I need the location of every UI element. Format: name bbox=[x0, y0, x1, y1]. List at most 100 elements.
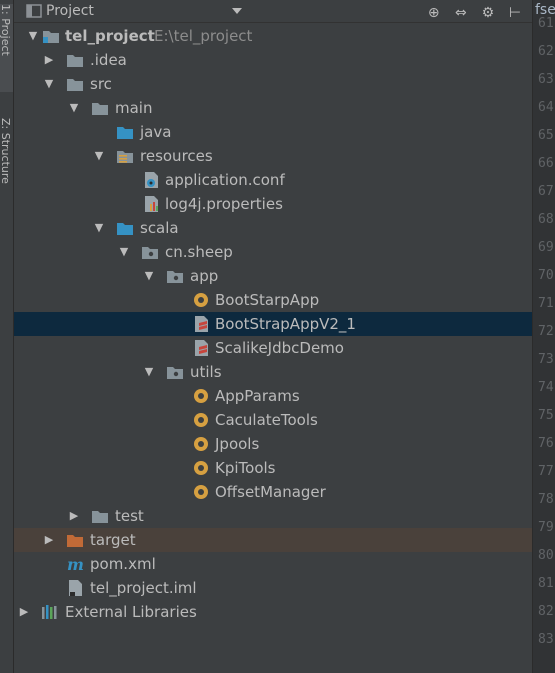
tree-label: tel_project bbox=[65, 27, 155, 45]
tree-label: target bbox=[90, 531, 136, 549]
tree-row-offsetmanager[interactable]: OffsetManager bbox=[14, 480, 532, 504]
tree-label: .idea bbox=[90, 51, 127, 69]
tree-label: application.conf bbox=[165, 171, 285, 189]
expanded-arrow-icon[interactable]: ▼ bbox=[142, 269, 156, 283]
collapsed-arrow-icon[interactable]: ▶ bbox=[67, 509, 81, 523]
line-number: 68 bbox=[538, 212, 554, 227]
project-view-icon bbox=[26, 4, 42, 18]
tree-label: ScalikeJdbcDemo bbox=[215, 339, 344, 357]
tree-row-bootstrapappv2-1[interactable]: BootStrapAppV2_1 bbox=[14, 312, 532, 336]
tree-row-java[interactable]: java bbox=[14, 120, 532, 144]
scala-object-icon bbox=[194, 485, 208, 499]
line-number: 81 bbox=[538, 576, 554, 591]
line-number: 62 bbox=[538, 44, 554, 59]
line-number: 82 bbox=[538, 604, 554, 619]
project-module-icon bbox=[43, 31, 59, 43]
expanded-arrow-icon[interactable]: ▼ bbox=[92, 149, 106, 163]
view-selector[interactable]: Project bbox=[24, 2, 246, 20]
line-number: 79 bbox=[538, 520, 554, 535]
line-number: 73 bbox=[538, 352, 554, 367]
tree-row-kpitools[interactable]: KpiTools bbox=[14, 456, 532, 480]
tree-row-log4j-properties[interactable]: log4j.properties bbox=[14, 192, 532, 216]
tree-row-cn-sheep[interactable]: ▼ cn.sheep bbox=[14, 240, 532, 264]
expanded-arrow-icon[interactable]: ▼ bbox=[42, 77, 56, 91]
collapsed-arrow-icon[interactable]: ▶ bbox=[17, 605, 31, 619]
config-file-icon bbox=[145, 172, 158, 188]
expanded-arrow-icon[interactable]: ▼ bbox=[26, 29, 40, 43]
tree-row-bootstarpapp[interactable]: BootStarpApp bbox=[14, 288, 532, 312]
hide-panel-icon[interactable]: ⊢ bbox=[504, 5, 526, 21]
settings-gear-icon[interactable]: ⚙ bbox=[477, 5, 499, 21]
tree-label: OffsetManager bbox=[215, 483, 326, 501]
project-tool-tab-label: 1: Project bbox=[0, 4, 12, 56]
tree-label: main bbox=[115, 99, 153, 117]
project-panel: Project ⊕ ⇔ ⚙ ⊢ ▼ tel_project E:\tel_pro… bbox=[14, 0, 532, 673]
collapsed-arrow-icon[interactable]: ▶ bbox=[42, 53, 56, 67]
tree-row-main[interactable]: ▼ main bbox=[14, 96, 532, 120]
folder-icon bbox=[92, 511, 108, 523]
left-tool-strip: 1: Project Z: Structure bbox=[0, 0, 14, 673]
tree-row-target[interactable]: ▶ target bbox=[14, 528, 532, 552]
tree-row-src[interactable]: ▼ src bbox=[14, 72, 532, 96]
tree-row-test[interactable]: ▶ test bbox=[14, 504, 532, 528]
structure-tool-tab-label: Z: Structure bbox=[0, 118, 12, 184]
line-number: 71 bbox=[538, 296, 554, 311]
tree-row-scalikejdbcdemo[interactable]: ScalikeJdbcDemo bbox=[14, 336, 532, 360]
tree-row-caculatetools[interactable]: CaculateTools bbox=[14, 408, 532, 432]
tree-label: CaculateTools bbox=[215, 411, 318, 429]
tree-row-tel-project[interactable]: ▼ tel_project E:\tel_project bbox=[14, 24, 532, 48]
project-path: E:\tel_project bbox=[154, 27, 253, 45]
scala-file-icon bbox=[195, 340, 208, 356]
expanded-arrow-icon[interactable]: ▼ bbox=[142, 365, 156, 379]
tree-row-scala[interactable]: ▼ scala bbox=[14, 216, 532, 240]
scala-file-icon bbox=[195, 316, 208, 332]
iml-file-icon bbox=[69, 580, 82, 596]
tree-label: External Libraries bbox=[65, 603, 197, 621]
tree-row-appparams[interactable]: AppParams bbox=[14, 384, 532, 408]
tree-label: AppParams bbox=[215, 387, 300, 405]
collapsed-arrow-icon[interactable]: ▶ bbox=[42, 533, 56, 547]
line-number: 67 bbox=[538, 184, 554, 199]
scala-object-icon bbox=[194, 461, 208, 475]
tree-label: java bbox=[140, 123, 172, 141]
tree-label: cn.sheep bbox=[165, 243, 233, 261]
maven-icon: m bbox=[67, 555, 84, 573]
expanded-arrow-icon[interactable]: ▼ bbox=[67, 101, 81, 115]
source-folder-icon bbox=[117, 223, 133, 235]
svg-text:m: m bbox=[67, 555, 84, 573]
locate-icon[interactable]: ⊕ bbox=[423, 5, 445, 21]
line-number: 69 bbox=[538, 240, 554, 255]
tree-row-application-conf[interactable]: application.conf bbox=[14, 168, 532, 192]
line-number: 70 bbox=[538, 268, 554, 283]
folder-icon bbox=[67, 79, 83, 91]
scala-object-icon bbox=[194, 389, 208, 403]
tree-row-pom-xml[interactable]: m pom.xml bbox=[14, 552, 532, 576]
line-number: 65 bbox=[538, 128, 554, 143]
structure-tool-tab[interactable]: Z: Structure bbox=[0, 118, 13, 208]
tree-label: BootStrapAppV2_1 bbox=[215, 315, 356, 333]
line-number: 78 bbox=[538, 492, 554, 507]
properties-file-icon bbox=[145, 196, 158, 212]
tree-row-external-libraries[interactable]: ▶ External Libraries bbox=[14, 600, 532, 624]
package-icon bbox=[167, 367, 183, 379]
tree-row-app[interactable]: ▼ app bbox=[14, 264, 532, 288]
libraries-icon bbox=[42, 605, 57, 619]
tree-row-tel-project-iml[interactable]: tel_project.iml bbox=[14, 576, 532, 600]
resources-folder-icon bbox=[117, 151, 133, 163]
view-selector-label: Project bbox=[46, 3, 94, 19]
tree-row-utils[interactable]: ▼ utils bbox=[14, 360, 532, 384]
expanded-arrow-icon[interactable]: ▼ bbox=[117, 245, 131, 259]
collapse-all-icon[interactable]: ⇔ bbox=[450, 5, 472, 21]
tree-row-resources[interactable]: ▼ resources bbox=[14, 144, 532, 168]
line-number: 63 bbox=[538, 72, 554, 87]
tree-row-jpools[interactable]: Jpools bbox=[14, 432, 532, 456]
line-number: 74 bbox=[538, 380, 554, 395]
tree-label: src bbox=[90, 75, 112, 93]
excluded-folder-icon bbox=[67, 535, 83, 547]
tree-label: Jpools bbox=[215, 435, 260, 453]
tree-row-idea[interactable]: ▶ .idea bbox=[14, 48, 532, 72]
project-tool-tab[interactable]: 1: Project bbox=[0, 4, 13, 92]
expanded-arrow-icon[interactable]: ▼ bbox=[92, 221, 106, 235]
tree-label: test bbox=[115, 507, 144, 525]
package-icon bbox=[142, 247, 158, 259]
